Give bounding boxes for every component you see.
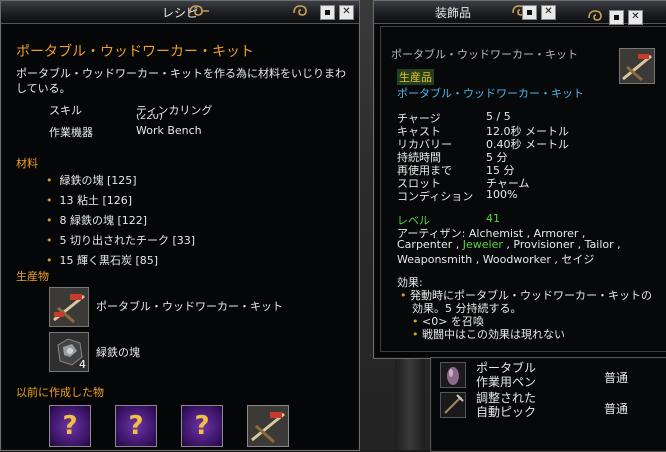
skill-level: (220) [136,114,163,120]
ore-chunk-icon[interactable]: 4 [49,332,89,372]
list-item-name[interactable]: ポータブル 作業用ペン [476,361,536,389]
inventory-minimize-button[interactable] [609,10,624,25]
material-item: • 緑鉄の塊 [125] [46,174,137,187]
list-item-name[interactable]: 調整された 自動ピック [476,391,536,419]
list-item-quality: 普通 [604,402,629,416]
recipe-item-name: ポータブル・ウッドワーカー・キット [16,44,254,60]
unknown-item-icon[interactable]: ? [181,405,223,447]
stat-value: 100% [486,188,518,201]
recipe-minimize-button[interactable] [320,5,335,20]
products-header: 生産物 [16,270,49,283]
artisan-line: Weaponsmith , Woodworker , セイジ [397,253,595,266]
pen-icon[interactable] [440,362,466,388]
level-value: 41 [486,212,500,225]
tooltip-sub-name: ポータブル・ウッドワーカー・キット [397,87,584,100]
stat-label: コンディション [397,190,474,203]
previous-header: 以前に作成した物 [16,386,104,399]
woodworker-kit-icon [619,48,655,84]
recipe-close-button[interactable]: ✕ [339,5,354,20]
device-label: 作業機器 [49,126,93,139]
unknown-item-icon[interactable]: ? [49,405,91,447]
crafted-badge: 生産品 [397,69,434,85]
pick-icon[interactable] [440,392,466,418]
unknown-item-icon[interactable]: ? [115,405,157,447]
woodworker-kit-icon[interactable] [49,287,89,327]
product-label: ポータブル・ウッドワーカー・キット [96,300,283,313]
list-item-quality: 普通 [604,371,629,385]
recipe-window: レシピ ✕ ポータブル・ウッドワーカー・キット ポータブル・ウッドワーカー・キッ… [0,0,360,451]
recipe-description: ポータブル・ウッドワーカー・キットを作る為に材料をいじりまわしている。 [16,67,346,95]
accessories-titlebar[interactable]: 装飾品 ✕ ✕ [374,1,666,25]
artisan-line: Carpenter , Jeweler , Provisioner , Tail… [397,238,621,251]
gold-swirl-icon [292,4,314,18]
material-item: • 5 切り出されたチーク [33] [46,234,196,247]
gold-swirl-icon [587,9,609,23]
tooltip-item-name: ポータブル・ウッドワーカー・キット [391,48,578,61]
material-item: • 15 輝く黒石炭 [85] [46,254,159,267]
effect-sub-line: • 戦闘中はこの効果は現れない [412,328,565,341]
woodworker-kit-icon[interactable] [247,405,289,447]
device-value: Work Bench [136,124,202,137]
inventory-close-button[interactable]: ✕ [628,10,643,25]
skill-label: スキル [49,104,82,117]
material-item: • 13 粘土 [126] [46,194,133,207]
accessories-close-button[interactable]: ✕ [541,5,556,20]
crafting-list: ポータブル 作業用ペン 普通 調整された 自動ピック 普通 [430,357,666,452]
recipe-titlebar[interactable]: レシピ ✕ [1,1,359,24]
product-label: 緑鉄の塊 [96,346,140,359]
accessories-window: 装飾品 ✕ ✕ ポータブル・ウッドワーカー・キット 生産品 ポータブル・ウッドワ… [373,0,666,359]
stat-value: 5 / 5 [486,110,511,123]
materials-header: 材料 [16,157,38,170]
gold-swirl-icon [188,4,210,18]
accessories-minimize-button[interactable] [522,5,537,20]
material-item: • 8 緑鉄の塊 [122] [46,214,148,227]
ore-count: 4 [79,358,86,371]
